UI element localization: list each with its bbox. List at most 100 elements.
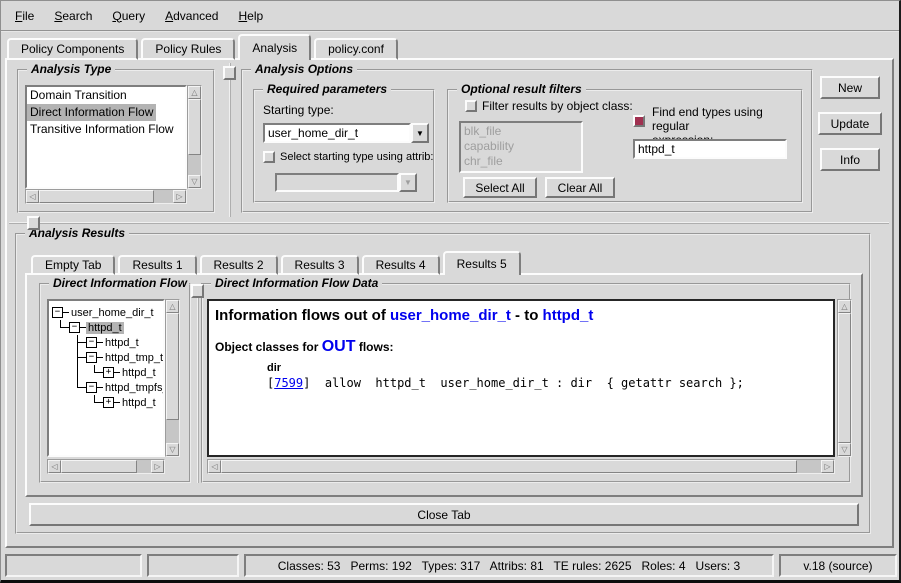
tab-policy-rules[interactable]: Policy Rules xyxy=(141,38,235,60)
attrib-checkbox[interactable] xyxy=(263,151,275,163)
scrollbar-thumb[interactable] xyxy=(61,460,137,473)
collapse-icon[interactable]: − xyxy=(86,337,97,348)
scroll-right-icon[interactable]: ▷ xyxy=(821,460,834,473)
vertical-sash[interactable] xyxy=(197,285,199,483)
tree-node-label[interactable]: user_home_dir_t xyxy=(69,307,156,319)
tree-node-label[interactable]: httpd_t xyxy=(120,367,158,379)
allow-rule-line: [7599] allow httpd_t user_home_dir_t : d… xyxy=(267,376,827,390)
scrollbar-trough[interactable] xyxy=(61,460,151,473)
required-parameters-frame: Required parameters Starting type: user_… xyxy=(253,89,435,203)
tree-node-label[interactable]: httpd_tmpfs_ xyxy=(103,382,165,394)
regex-input[interactable] xyxy=(633,139,787,159)
scroll-left-icon[interactable]: ◁ xyxy=(48,460,61,473)
scrollbar-thumb[interactable] xyxy=(166,313,179,420)
tab-empty-tab[interactable]: Empty Tab xyxy=(31,255,115,275)
list-item-transitive-information-flow[interactable]: Transitive Information Flow xyxy=(27,121,177,138)
info-button[interactable]: Info xyxy=(820,148,880,171)
combo-arrow-icon[interactable]: ▼ xyxy=(411,123,429,143)
collapse-icon[interactable]: − xyxy=(52,307,63,318)
object-class-name: dir xyxy=(267,362,827,374)
flow-tree-vscrollbar[interactable]: △ ▽ xyxy=(165,299,180,457)
scroll-up-icon[interactable]: △ xyxy=(188,86,201,99)
status-stats-box: Classes: 53 Perms: 192 Types: 317 Attrib… xyxy=(244,554,774,577)
sash-grip[interactable] xyxy=(223,66,236,80)
horizontal-sash[interactable] xyxy=(9,222,889,224)
scroll-left-icon[interactable]: ◁ xyxy=(208,460,221,473)
scrollbar-thumb[interactable] xyxy=(221,460,797,473)
tree-node-label[interactable]: httpd_tmp_t xyxy=(103,352,165,364)
scroll-down-icon[interactable]: ▽ xyxy=(188,175,201,188)
analysis-type-hscrollbar[interactable]: ◁ ▷ xyxy=(25,189,187,204)
scroll-left-icon[interactable]: ◁ xyxy=(26,190,39,203)
vertical-sash[interactable] xyxy=(229,63,231,217)
rule-number-link[interactable]: 7599 xyxy=(274,376,303,390)
analysis-type-vscrollbar[interactable]: △ ▽ xyxy=(187,85,202,189)
list-item-direct-information-flow[interactable]: Direct Information Flow xyxy=(27,104,156,121)
tab-results-2[interactable]: Results 2 xyxy=(200,255,278,275)
expand-icon[interactable]: + xyxy=(103,397,114,408)
target-type: httpd_t xyxy=(543,307,594,324)
scrollbar-trough[interactable] xyxy=(166,313,179,443)
menu-query[interactable]: Query xyxy=(103,6,154,26)
status-secondary-box xyxy=(147,554,239,577)
flow-data-text[interactable]: Information flows out of user_home_dir_t… xyxy=(207,299,835,457)
starting-type-combobox[interactable]: user_home_dir_t ▼ xyxy=(263,123,429,143)
scroll-right-icon[interactable]: ▷ xyxy=(173,190,186,203)
scrollbar-trough[interactable] xyxy=(39,190,173,203)
required-parameters-title: Required parameters xyxy=(263,82,391,96)
menu-advanced[interactable]: Advanced xyxy=(156,6,227,26)
scroll-up-icon[interactable]: △ xyxy=(166,300,179,313)
object-class-checkbox[interactable] xyxy=(465,100,477,112)
tab-results-3[interactable]: Results 3 xyxy=(281,255,359,275)
collapse-icon[interactable]: − xyxy=(86,382,97,393)
starting-type-value[interactable]: user_home_dir_t xyxy=(263,123,411,143)
update-button[interactable]: Update xyxy=(818,112,882,135)
analysis-options-frame: Analysis Options Required parameters Sta… xyxy=(241,69,813,213)
menu-file[interactable]: File xyxy=(6,6,43,26)
scrollbar-thumb[interactable] xyxy=(838,313,851,443)
flow-direction: OUT xyxy=(322,338,356,355)
status-file-box xyxy=(5,554,142,577)
tab-policy-components[interactable]: Policy Components xyxy=(7,38,138,60)
menu-search[interactable]: Search xyxy=(45,6,101,26)
flow-tree: −user_home_dir_t −httpd_t −httpd_t −http… xyxy=(47,299,165,457)
close-tab-button[interactable]: Close Tab xyxy=(29,503,859,526)
collapse-icon[interactable]: − xyxy=(86,352,97,363)
scroll-right-icon[interactable]: ▷ xyxy=(151,460,164,473)
scrollbar-trough[interactable] xyxy=(188,99,201,175)
optional-result-filters-title: Optional result filters xyxy=(457,82,586,96)
scroll-down-icon[interactable]: ▽ xyxy=(166,443,179,456)
sash-grip[interactable] xyxy=(191,284,204,298)
flow-heading: Information flows out of user_home_dir_t… xyxy=(215,307,827,324)
tree-node-label[interactable]: httpd_t xyxy=(86,322,124,334)
scrollbar-thumb[interactable] xyxy=(39,190,154,203)
clear-all-button[interactable]: Clear All xyxy=(545,177,615,198)
analysis-results-frame: Analysis Results Empty Tab Results 1 Res… xyxy=(15,233,871,534)
tab-results-5[interactable]: Results 5 xyxy=(443,251,521,275)
expand-icon[interactable]: + xyxy=(103,367,114,378)
scrollbar-trough[interactable] xyxy=(838,313,851,443)
tab-policy-conf[interactable]: policy.conf xyxy=(314,38,398,60)
tab-results-1[interactable]: Results 1 xyxy=(118,255,196,275)
scrollbar-trough[interactable] xyxy=(221,460,821,473)
attrib-checkbox-label: Select starting type using attrib: xyxy=(280,151,433,163)
flow-data-hscrollbar[interactable]: ◁ ▷ xyxy=(207,459,835,474)
sash-grip[interactable] xyxy=(27,216,40,230)
scrollbar-thumb[interactable] xyxy=(188,99,201,155)
select-all-button[interactable]: Select All xyxy=(463,177,537,198)
scroll-down-icon[interactable]: ▽ xyxy=(838,443,851,456)
flow-tree-hscrollbar[interactable]: ◁ ▷ xyxy=(47,459,165,474)
object-class-item: chr_file xyxy=(464,154,578,169)
menu-help[interactable]: Help xyxy=(229,6,272,26)
new-button[interactable]: New xyxy=(820,76,880,99)
tree-node-label[interactable]: httpd_t xyxy=(103,337,141,349)
flow-data-vscrollbar[interactable]: △ ▽ xyxy=(837,299,852,457)
regex-checkbox[interactable] xyxy=(633,115,645,127)
list-item-domain-transition[interactable]: Domain Transition xyxy=(27,87,130,104)
collapse-icon[interactable]: − xyxy=(69,322,80,333)
tree-node-label[interactable]: httpd_t xyxy=(120,397,158,409)
tab-results-4[interactable]: Results 4 xyxy=(362,255,440,275)
scroll-up-icon[interactable]: △ xyxy=(838,300,851,313)
results-page: Direct Information Flow T −user_home_dir… xyxy=(25,273,863,497)
tab-analysis[interactable]: Analysis xyxy=(238,34,311,60)
